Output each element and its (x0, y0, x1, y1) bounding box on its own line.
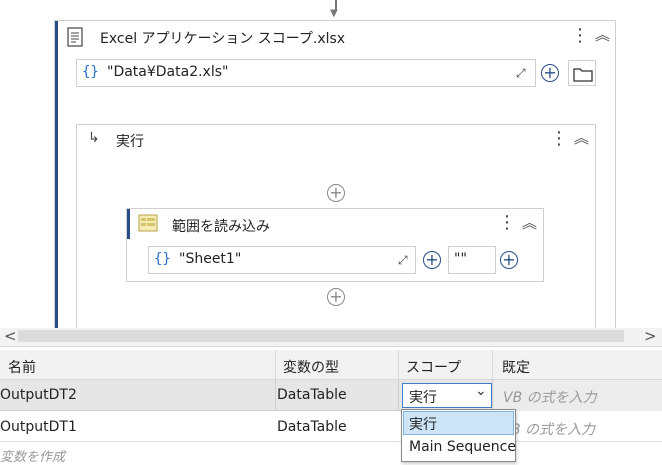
column-divider (398, 350, 399, 380)
add-plus-icon[interactable]: + (500, 251, 518, 269)
header-type[interactable]: 変数の型 (283, 357, 339, 377)
expand-editor-icon[interactable]: ⤢ (516, 66, 526, 81)
variable-type[interactable]: DataTable (277, 419, 347, 435)
read-range-collapse-icon[interactable]: ︽ (522, 216, 537, 231)
header-name[interactable]: 名前 (8, 357, 36, 377)
create-variable-placeholder[interactable]: 変数を作成 (0, 446, 65, 465)
execute-menu-icon[interactable]: ⋮ (550, 130, 568, 148)
read-range-title: 範囲を読み込み (172, 219, 270, 235)
execute-collapse-icon[interactable]: ︽ (574, 131, 589, 146)
sheet-name-value[interactable]: "Sheet1" (179, 251, 241, 267)
insert-activity-plus-icon[interactable]: + (327, 184, 345, 202)
scope-option[interactable]: 実行 (409, 414, 437, 434)
excel-scope-collapse-icon[interactable]: ︽ (595, 28, 610, 43)
range-value[interactable]: "" (454, 251, 467, 267)
chevron-down-icon[interactable]: ⌄ (475, 383, 487, 399)
selection-bar (55, 21, 58, 328)
header-default[interactable]: 既定 (502, 357, 530, 377)
excel-scope-menu-icon[interactable]: ⋮ (571, 27, 589, 45)
excel-scope-title: Excel アプリケーション スコープ.xlsx (100, 31, 346, 47)
header-scope[interactable]: スコープ (406, 357, 461, 377)
execute-title: 実行 (116, 134, 144, 150)
read-range-icon (138, 214, 158, 232)
column-divider (492, 350, 493, 380)
excel-scope-icon (67, 27, 83, 47)
scope-dropdown-value: 実行 (409, 390, 437, 406)
default-value-placeholder: VB の式を入力 (503, 390, 597, 406)
read-range-menu-icon[interactable]: ⋮ (498, 214, 516, 232)
folder-icon (573, 68, 593, 82)
default-value-placeholder[interactable]: B の式を入力 (511, 419, 595, 439)
variable-name[interactable]: OutputDT1 (0, 419, 77, 435)
read-range-accent (127, 209, 130, 239)
arrow-down-icon: ▼ (330, 8, 338, 19)
browse-folder-button[interactable] (568, 60, 596, 86)
workbook-path-value[interactable]: "Data¥Data2.xls" (107, 64, 228, 80)
add-plus-icon[interactable]: + (423, 251, 441, 269)
expression-braces-icon: {} (82, 64, 99, 80)
expression-braces-icon: {} (154, 251, 171, 267)
insert-activity-plus-icon[interactable]: + (327, 288, 345, 306)
variable-type[interactable]: DataTable (277, 387, 347, 403)
designer-canvas[interactable]: ▼ Excel アプリケーション スコープ.xlsx ⋮ ︽ {} "Data¥… (0, 0, 662, 328)
scope-option[interactable]: Main Sequence (409, 439, 516, 455)
variable-name[interactable]: OutputDT2 (0, 387, 77, 403)
scroll-right-icon[interactable]: > (644, 327, 657, 345)
scroll-left-icon[interactable]: < (4, 327, 17, 345)
column-divider (275, 350, 276, 380)
expand-editor-icon[interactable]: ⤢ (398, 253, 408, 268)
add-plus-icon[interactable]: + (541, 64, 559, 82)
scrollbar-thumb[interactable] (18, 330, 624, 342)
execute-icon: ↳ (88, 130, 100, 146)
